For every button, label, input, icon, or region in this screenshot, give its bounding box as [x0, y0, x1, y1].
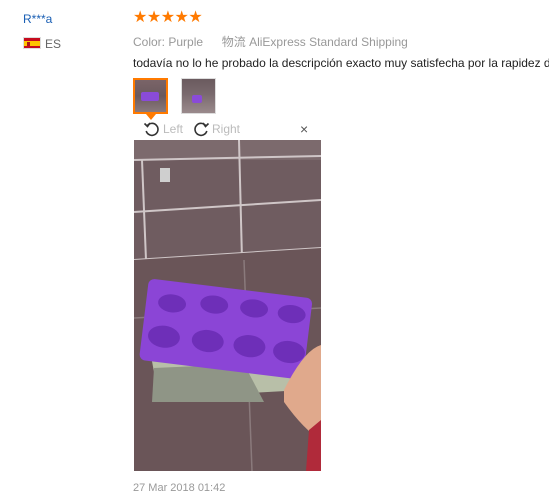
close-icon[interactable]: ×	[300, 122, 308, 136]
color-value: Purple	[168, 35, 204, 49]
reviewer-name: R***a	[23, 12, 53, 26]
star-rating: ★★★★★	[133, 9, 203, 26]
rotate-left-button[interactable]: Left	[143, 120, 183, 138]
rotate-right-button[interactable]: Right	[192, 120, 240, 138]
review-thumbnail-1[interactable]	[133, 78, 168, 114]
color-label: Color:	[133, 35, 166, 49]
review-meta: Color: Purple 物流 AliExpress Standard Shi…	[133, 33, 408, 50]
rotate-right-label: Right	[212, 122, 241, 136]
rotate-left-icon	[143, 120, 161, 138]
shipping-label: 物流	[221, 35, 246, 49]
review-text: todavía no lo he probado la descripción …	[133, 56, 549, 70]
rotate-right-icon	[192, 120, 210, 138]
shipping-value: AliExpress Standard Shipping	[249, 35, 408, 49]
review-thumbnail-2[interactable]	[181, 78, 216, 114]
spain-flag-icon	[23, 37, 41, 49]
review-photo-enlarged	[134, 140, 321, 471]
review-date: 27 Mar 2018 01:42	[133, 482, 226, 494]
reviewer-country: ES	[45, 37, 62, 51]
rotate-left-label: Left	[163, 122, 184, 136]
